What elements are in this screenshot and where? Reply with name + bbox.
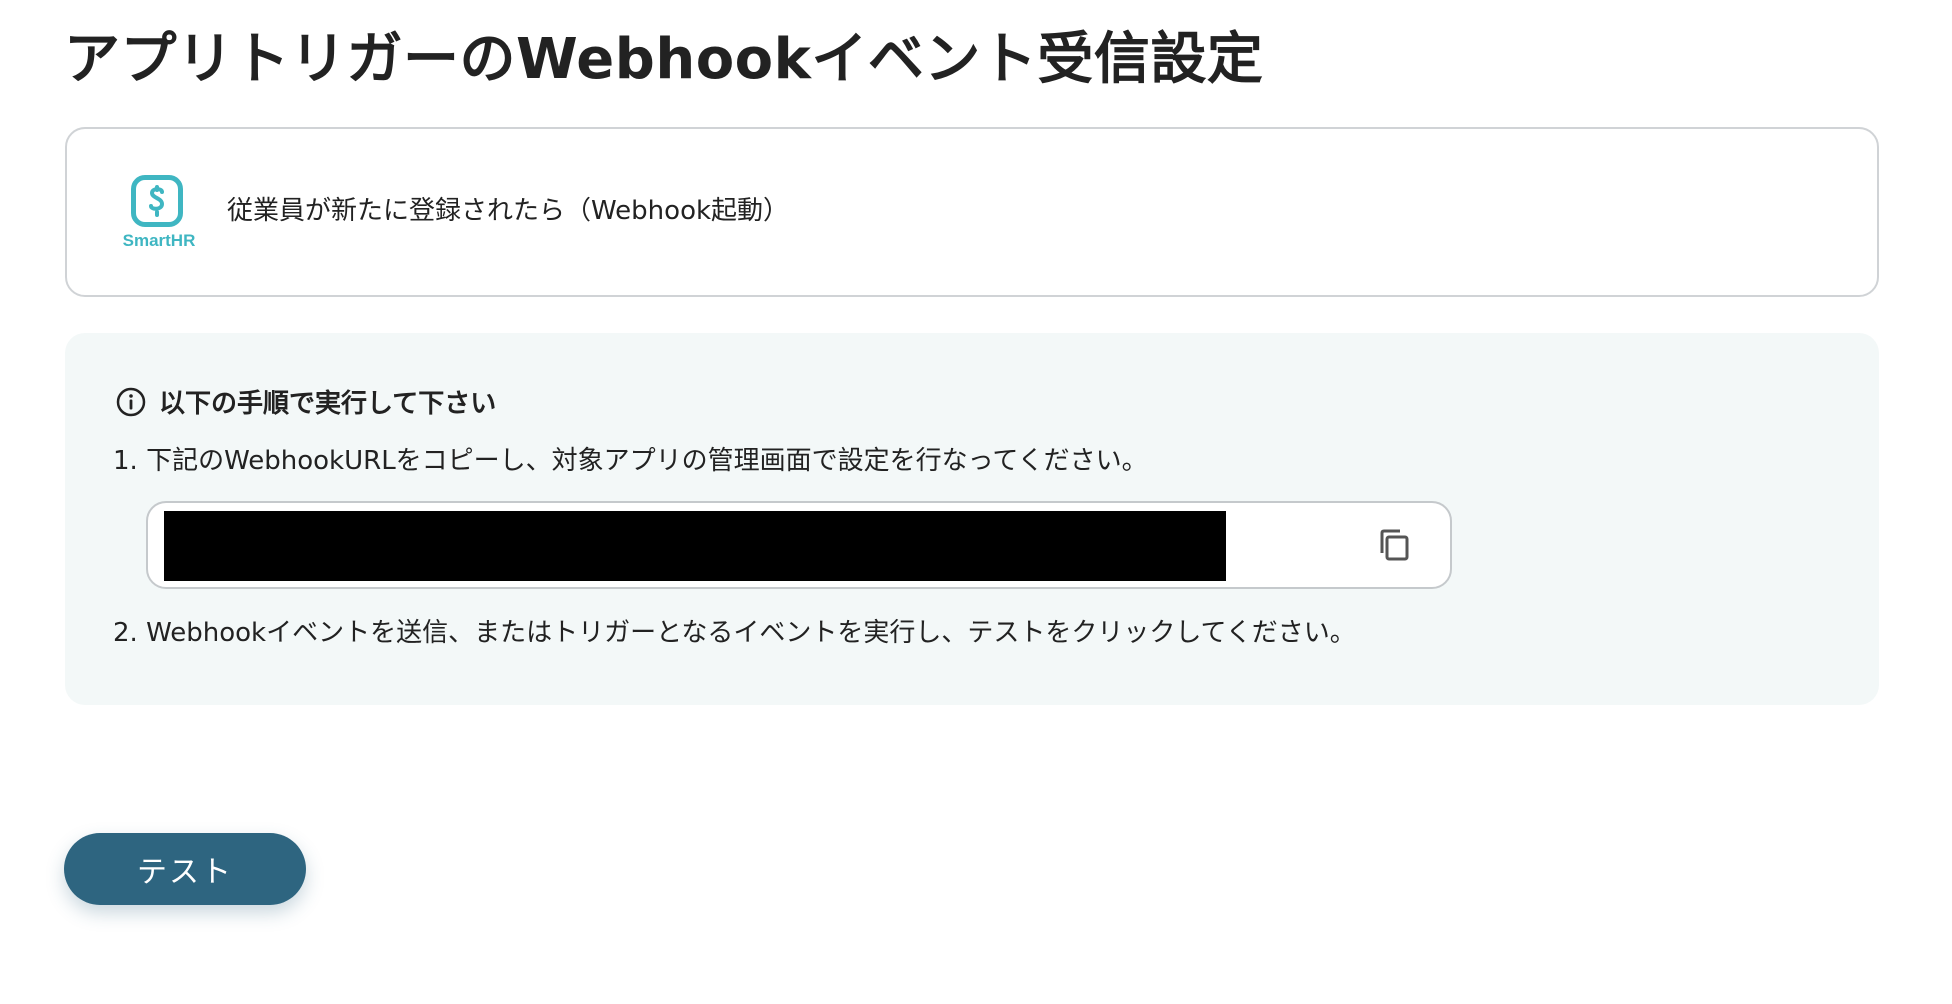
trigger-label: 従業員が新たに登録されたら（Webhook起動） [227,196,790,226]
instruction-step-2: 2. Webhookイベントを送信、またはトリガーとなるイベントを実行し、テスト… [113,618,1356,648]
instruction-step-1: 1. 下記のWebhookURLをコピーし、対象アプリの管理画面で設定を行なって… [113,446,1148,476]
page-title: アプリトリガーのWebhookイベント受信設定 [64,27,1264,92]
trigger-card: SmartHR 従業員が新たに登録されたら（Webhook起動） [65,127,1879,297]
copy-url-button[interactable] [1374,525,1414,565]
instructions-heading: 以下の手順で実行して下さい [115,383,496,420]
app-name: SmartHR [122,231,196,250]
smarthr-logo-icon [131,175,183,227]
instructions-heading-text: 以下の手順で実行して下さい [159,389,497,419]
app-logo: SmartHR [119,175,199,255]
copy-icon [1380,529,1409,561]
webhook-url-value-redacted [164,511,1226,581]
test-button[interactable]: テスト [64,833,306,905]
webhook-url-field[interactable] [146,501,1452,589]
info-icon [115,386,147,418]
webhook-settings-page: アプリトリガーのWebhookイベント受信設定 SmartHR 従業員が新たに登… [0,0,1952,1004]
instructions-panel: 以下の手順で実行して下さい 1. 下記のWebhookURLをコピーし、対象アプ… [65,333,1879,705]
